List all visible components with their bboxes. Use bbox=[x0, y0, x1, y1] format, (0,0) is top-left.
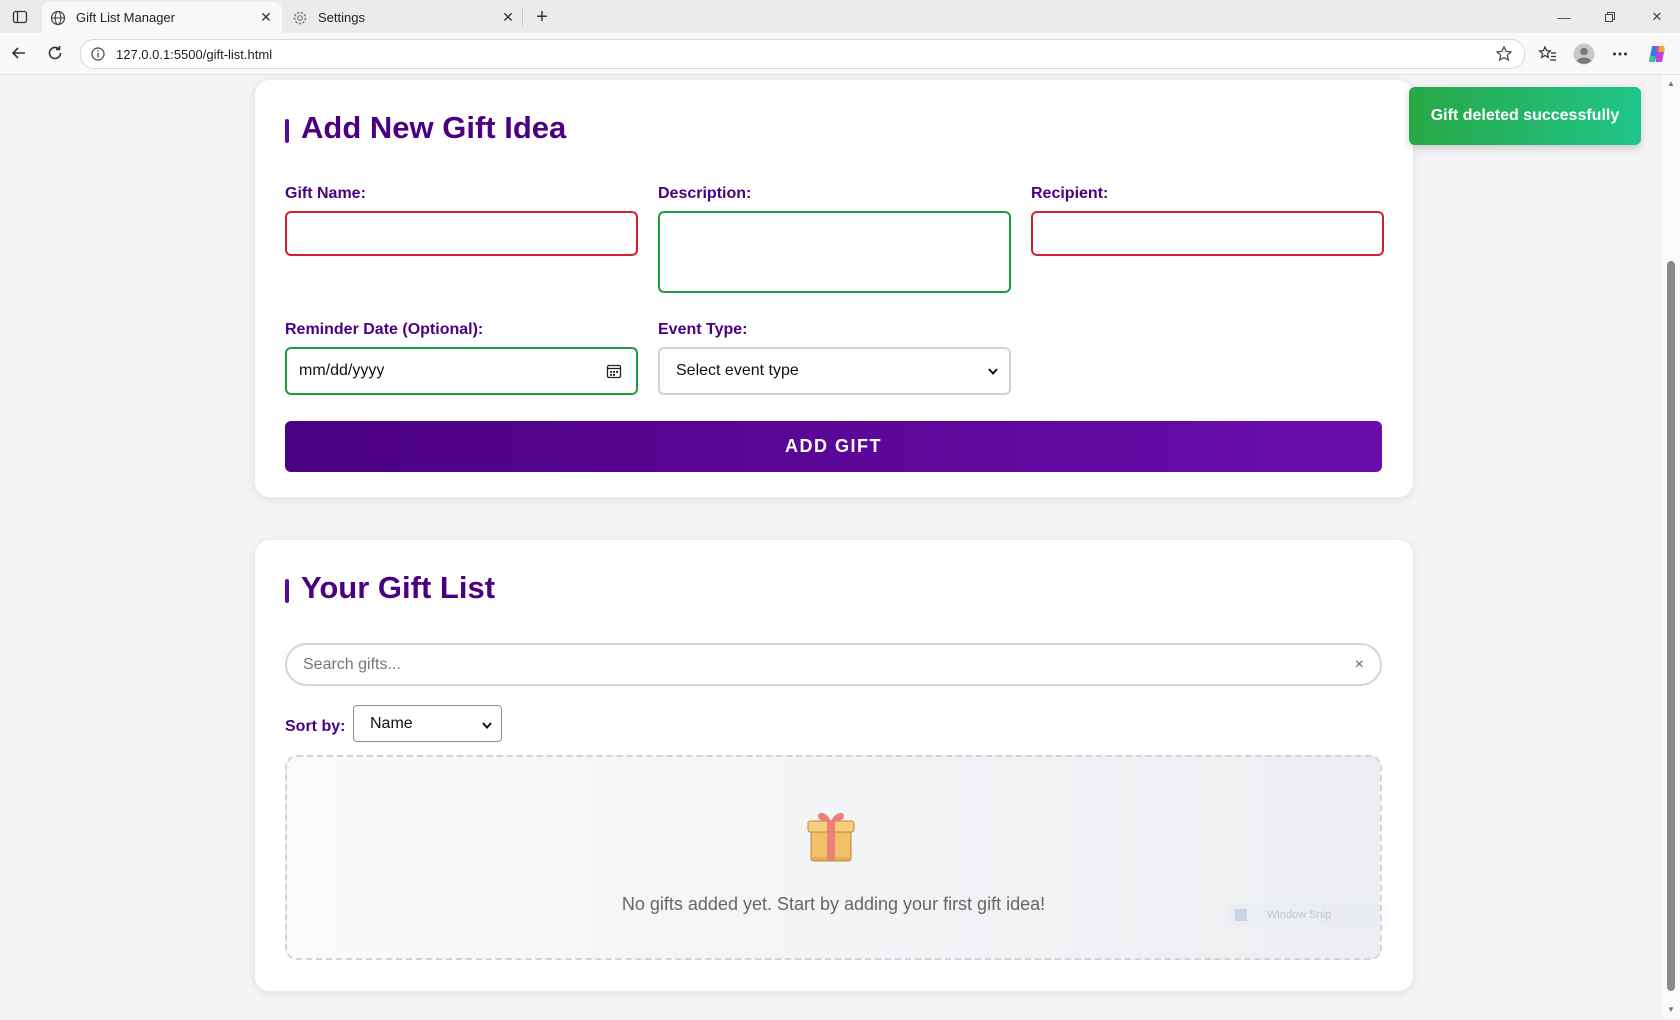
browser-toolbar: 127.0.0.1:5500/gift-list.html bbox=[0, 33, 1680, 75]
scroll-down-icon[interactable]: ▼ bbox=[1667, 1005, 1675, 1014]
gift-list-card: Your Gift List Search gifts... × Sort by… bbox=[254, 539, 1414, 992]
tab-settings[interactable]: Settings ✕ bbox=[284, 2, 524, 33]
scroll-up-icon[interactable]: ▲ bbox=[1667, 79, 1675, 88]
tab-label: Gift List Manager bbox=[76, 10, 175, 25]
back-icon[interactable] bbox=[8, 42, 30, 64]
description-textarea[interactable] bbox=[658, 211, 1011, 293]
add-gift-title: Add New Gift Idea bbox=[301, 110, 567, 145]
tab-close-icon[interactable]: ✕ bbox=[256, 8, 276, 28]
event-type-select[interactable]: Select event type bbox=[658, 347, 1011, 395]
empty-state: No gifts added yet. Start by adding your… bbox=[285, 755, 1389, 960]
search-placeholder: Search gifts... bbox=[303, 656, 401, 673]
sort-select[interactable]: Name bbox=[353, 705, 502, 742]
tab-actions-icon[interactable] bbox=[10, 7, 30, 27]
add-gift-button[interactable]: ADD GIFT bbox=[285, 421, 1382, 472]
address-bar[interactable]: 127.0.0.1:5500/gift-list.html bbox=[80, 39, 1525, 69]
gift-list-heading: Your Gift List bbox=[285, 570, 495, 606]
event-type-label: Event Type: bbox=[658, 321, 748, 338]
heading-accent-bar bbox=[285, 579, 289, 603]
gift-list-title: Your Gift List bbox=[301, 570, 496, 605]
recipient-input[interactable] bbox=[1031, 211, 1384, 256]
snip-label: Window Snip bbox=[1267, 909, 1332, 921]
favorite-star-icon[interactable] bbox=[1494, 44, 1514, 64]
gift-name-label: Gift Name: bbox=[285, 185, 366, 202]
copilot-icon[interactable] bbox=[1645, 42, 1669, 66]
globe-icon bbox=[50, 10, 66, 26]
site-info-icon[interactable] bbox=[90, 46, 106, 62]
snip-icon bbox=[1235, 909, 1247, 921]
close-window-icon[interactable]: ✕ bbox=[1645, 6, 1669, 28]
browser-tab-bar: Gift List Manager ✕ Settings ✕ + — ✕ bbox=[0, 0, 1680, 33]
new-tab-icon[interactable]: + bbox=[530, 5, 554, 29]
search-input[interactable]: Search gifts... × bbox=[285, 643, 1382, 686]
tab-close-icon[interactable]: ✕ bbox=[498, 8, 518, 28]
page-scrollbar[interactable]: ▲ ▼ bbox=[1662, 75, 1680, 1018]
gear-icon bbox=[292, 10, 308, 26]
minimize-icon[interactable]: — bbox=[1552, 6, 1576, 28]
favorites-icon[interactable] bbox=[1536, 42, 1560, 66]
chevron-down-icon bbox=[987, 364, 999, 376]
reminder-date-label: Reminder Date (Optional): bbox=[285, 321, 484, 338]
more-options-icon[interactable] bbox=[1608, 42, 1632, 66]
tab-label: Settings bbox=[318, 10, 365, 25]
scrollbar-thumb[interactable] bbox=[1667, 261, 1675, 991]
window-snip-overlay[interactable]: Window Snip bbox=[1227, 904, 1389, 926]
add-gift-heading: Add New Gift Idea bbox=[285, 110, 566, 146]
reminder-date-input[interactable]: mm/dd/yyyy bbox=[285, 347, 638, 395]
heading-accent-bar bbox=[285, 119, 289, 143]
calendar-icon[interactable] bbox=[606, 363, 622, 379]
sort-value: Name bbox=[370, 715, 413, 732]
recipient-label: Recipient: bbox=[1031, 185, 1109, 202]
date-placeholder: mm/dd/yyyy bbox=[299, 362, 385, 379]
tab-divider bbox=[522, 8, 523, 26]
restore-icon[interactable] bbox=[1598, 6, 1622, 28]
gift-icon bbox=[807, 807, 855, 863]
chevron-down-icon bbox=[481, 718, 493, 730]
success-toast: Gift deleted successfully bbox=[1409, 87, 1641, 145]
gift-name-input[interactable] bbox=[285, 211, 638, 256]
page-viewport: Add New Gift Idea Gift Name: Description… bbox=[4, 75, 1662, 1018]
clear-search-icon[interactable]: × bbox=[1355, 656, 1364, 674]
url-text: 127.0.0.1:5500/gift-list.html bbox=[116, 46, 273, 62]
description-label: Description: bbox=[658, 185, 752, 202]
tab-gift-list-manager[interactable]: Gift List Manager ✕ bbox=[42, 2, 282, 33]
reload-icon[interactable] bbox=[44, 42, 66, 64]
empty-state-message: No gifts added yet. Start by adding your… bbox=[621, 894, 1046, 914]
sort-by-label: Sort by: bbox=[285, 718, 346, 735]
profile-avatar-icon[interactable] bbox=[1572, 42, 1596, 66]
event-type-value: Select event type bbox=[676, 362, 799, 379]
add-gift-card: Add New Gift Idea Gift Name: Description… bbox=[254, 79, 1414, 498]
